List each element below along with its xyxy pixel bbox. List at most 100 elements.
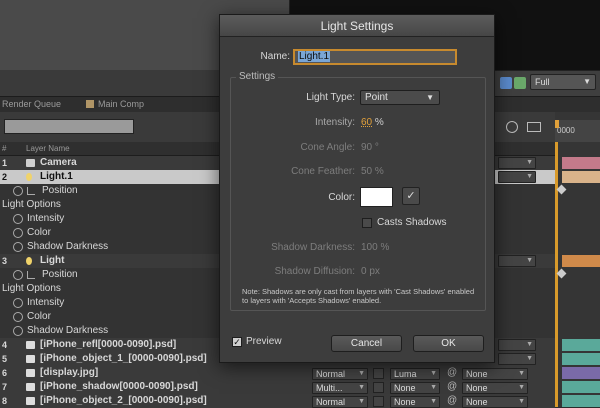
parent-dropdown[interactable]: ▼ — [498, 157, 536, 169]
parent-dropdown[interactable]: ▼ — [498, 255, 536, 267]
layer-number: 2 — [2, 172, 8, 182]
chevron-down-icon: ▼ — [526, 173, 533, 180]
dialog-title: Light Settings — [220, 15, 494, 37]
blend-mode-value: Normal — [316, 397, 346, 407]
motion-blur-icon[interactable] — [506, 121, 518, 133]
layer-number: 6 — [2, 368, 8, 378]
intensity-field[interactable]: 60 % — [361, 117, 384, 128]
chevron-down-icon: ▼ — [526, 355, 533, 362]
color-label: Color: — [328, 192, 355, 203]
cone-angle-value: 90 ° — [361, 142, 379, 153]
layer-number: 4 — [2, 340, 8, 350]
blend-mode-value: Normal — [316, 369, 346, 379]
shadow-darkness-value: 100 % — [361, 242, 390, 253]
blend-mode-dropdown[interactable]: Normal ▼ — [312, 396, 368, 408]
layer-duration-bar[interactable] — [562, 157, 600, 169]
ok-button[interactable]: OK — [413, 335, 484, 352]
cone-feather-value: 50 % — [361, 166, 384, 177]
stopwatch-icon[interactable] — [13, 242, 23, 252]
layer-duration-bar[interactable] — [562, 395, 600, 407]
footage-icon — [26, 383, 35, 391]
layer-duration-bar[interactable] — [562, 255, 600, 267]
light-bulb-icon — [26, 257, 32, 265]
intensity-label: Intensity: — [314, 117, 355, 128]
tab-render-queue[interactable]: Render Queue — [2, 96, 61, 112]
stopwatch-icon[interactable] — [13, 214, 23, 224]
track-matte-value: None — [394, 397, 416, 407]
property-name: Position — [42, 185, 78, 196]
light-type-dropdown[interactable]: Point ▼ — [360, 90, 440, 105]
stopwatch-icon[interactable] — [13, 228, 23, 238]
layer-number: 5 — [2, 354, 8, 364]
stopwatch-icon[interactable] — [13, 186, 23, 196]
parent-dropdown[interactable]: None ▼ — [462, 396, 528, 408]
chevron-down-icon: ▼ — [518, 370, 525, 377]
stopwatch-icon[interactable] — [13, 298, 23, 308]
track-matte-value: Luma — [394, 369, 417, 379]
footage-icon — [26, 397, 35, 405]
casts-shadows-checkbox[interactable] — [362, 218, 372, 228]
track-matte-dropdown[interactable]: Luma ▼ — [390, 368, 440, 380]
parent-dropdown[interactable]: ▼ — [498, 339, 536, 351]
cancel-button[interactable]: Cancel — [331, 335, 402, 352]
track-matte-dropdown[interactable]: None ▼ — [390, 382, 440, 394]
parent-value: None — [466, 397, 488, 407]
layer-number: 8 — [2, 396, 8, 406]
layer-name: Light.1 — [40, 171, 73, 182]
pick-whip-icon[interactable]: @ — [447, 381, 457, 392]
tab-main-comp[interactable]: Main Comp — [86, 96, 144, 112]
light-name-input[interactable]: Light.1 — [293, 49, 457, 65]
shadow-note: Note: Shadows are only cast from layers … — [242, 287, 475, 305]
timeline-search-input[interactable] — [4, 119, 134, 134]
color-swatch[interactable] — [360, 187, 393, 207]
stopwatch-icon[interactable] — [13, 312, 23, 322]
layer-name: [iPhone_object_2_[0000-0090].psd] — [40, 395, 207, 406]
channel-icon[interactable] — [514, 77, 526, 89]
column-layer-name-header: Layer Name — [26, 144, 70, 153]
pick-whip-icon[interactable]: @ — [447, 367, 457, 378]
chevron-down-icon: ▼ — [358, 398, 365, 405]
parent-dropdown[interactable]: ▼ — [498, 353, 536, 365]
footage-icon — [26, 369, 35, 377]
parent-dropdown[interactable]: None ▼ — [462, 382, 528, 394]
graph-icon — [27, 187, 35, 195]
property-name: Position — [42, 269, 78, 280]
track-matte-dropdown[interactable]: None ▼ — [390, 396, 440, 408]
chevron-down-icon: ▼ — [526, 341, 533, 348]
intensity-value[interactable]: 60 — [361, 117, 372, 128]
layer-duration-bar[interactable] — [562, 353, 600, 365]
stopwatch-icon[interactable] — [13, 326, 23, 336]
light-name-value: Light.1 — [298, 51, 331, 62]
channel-icon[interactable] — [500, 77, 512, 89]
parent-value: None — [466, 383, 488, 393]
layer-name: Light — [40, 255, 65, 266]
light-type-value: Point — [365, 92, 388, 103]
blend-mode-dropdown[interactable]: Normal ▼ — [312, 368, 368, 380]
eyedropper-icon[interactable]: ✓ — [402, 187, 420, 205]
layer-duration-bar[interactable] — [562, 339, 600, 351]
pick-whip-icon[interactable]: @ — [447, 395, 457, 406]
shadow-darkness-label: Shadow Darkness: — [271, 242, 355, 253]
layer-number: 3 — [2, 256, 8, 266]
chevron-down-icon: ▼ — [518, 398, 525, 405]
resolution-dropdown[interactable]: Full ▼ — [530, 74, 596, 90]
layer-duration-bar[interactable] — [562, 171, 600, 183]
light-bulb-icon — [26, 173, 32, 181]
preserve-transparency-checkbox[interactable] — [373, 396, 384, 407]
chevron-down-icon: ▼ — [426, 93, 434, 102]
graph-icon — [27, 271, 35, 279]
footage-icon — [26, 341, 35, 349]
stopwatch-icon[interactable] — [13, 270, 23, 280]
playhead-handle[interactable] — [555, 120, 559, 128]
blend-mode-dropdown[interactable]: Multi... ▼ — [312, 382, 368, 394]
tab-main-comp-label: Main Comp — [98, 99, 145, 109]
chevron-down-icon: ▼ — [430, 398, 437, 405]
layer-duration-bar[interactable] — [562, 367, 600, 379]
layer-duration-bar[interactable] — [562, 381, 600, 393]
parent-dropdown[interactable]: ▼ — [498, 171, 536, 183]
preserve-transparency-checkbox[interactable] — [373, 382, 384, 393]
parent-dropdown[interactable]: None ▼ — [462, 368, 528, 380]
preview-checkbox[interactable]: ✓ — [232, 337, 242, 347]
preserve-transparency-checkbox[interactable] — [373, 368, 384, 379]
graph-editor-icon[interactable] — [527, 122, 541, 132]
